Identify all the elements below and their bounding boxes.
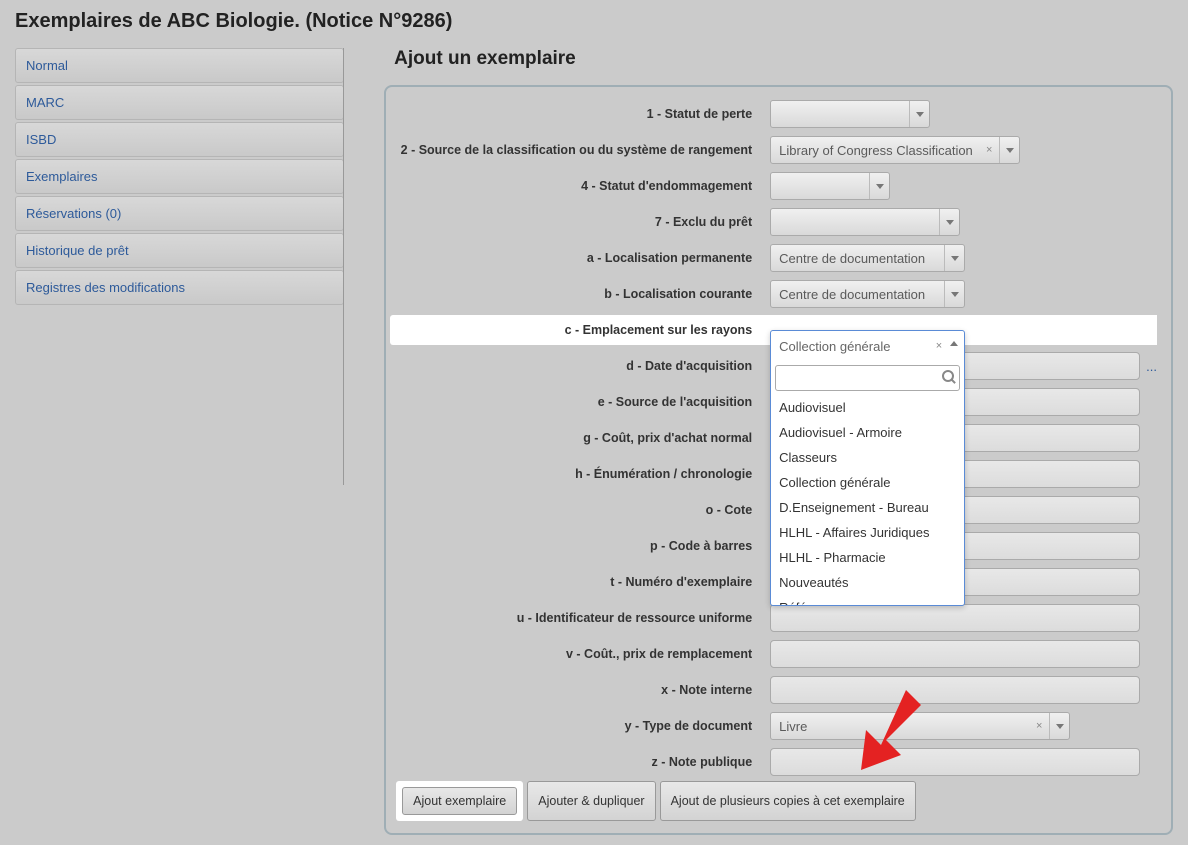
clear-icon[interactable]: × — [1031, 713, 1047, 739]
ajout-exemplaire-button[interactable]: Ajout exemplaire — [402, 787, 517, 815]
dropdown-option[interactable]: D.Enseignement - Bureau — [771, 495, 964, 520]
chevron-down-icon — [944, 245, 964, 271]
dropdown-option[interactable]: Classeurs — [771, 445, 964, 470]
sidebar-item-normal[interactable]: Normal — [15, 48, 344, 83]
dropdown-option[interactable]: Nouveautés — [771, 570, 964, 595]
label-note-interne: x - Note interne — [400, 683, 770, 697]
clear-icon[interactable]: × — [936, 340, 942, 352]
dropdown-list[interactable]: Audiovisuel Audiovisuel - Armoire Classe… — [771, 395, 964, 605]
label-cout-remp: v - Coût., prix de remplacement — [400, 647, 770, 661]
button-highlight: Ajout exemplaire — [396, 781, 523, 821]
dropdown-option[interactable]: HLHL - Pharmacie — [771, 545, 964, 570]
label-statut-perte: 1 - Statut de perte — [400, 107, 770, 121]
label-date-acq: d - Date d'acquisition — [400, 359, 770, 373]
search-icon — [942, 370, 954, 382]
chevron-down-icon — [909, 101, 929, 127]
sidebar-item-reservations[interactable]: Réservations (0) — [15, 196, 344, 231]
sidebar: Normal MARC ISBD Exemplaires Réservation… — [15, 48, 344, 835]
chevron-down-icon — [1049, 713, 1069, 739]
dropdown-option[interactable]: Collection générale — [771, 470, 964, 495]
input-note-interne[interactable] — [770, 676, 1140, 704]
label-note-publique: z - Note publique — [400, 755, 770, 769]
dropdown-option[interactable]: Référence — [771, 595, 964, 605]
select-loc-permanente[interactable]: Centre de documentation — [770, 244, 965, 272]
label-cote: o - Cote — [400, 503, 770, 517]
chevron-down-icon — [939, 209, 959, 235]
clear-icon[interactable]: × — [981, 137, 997, 163]
label-loc-permanente: a - Localisation permanente — [400, 251, 770, 265]
chevron-down-icon — [869, 173, 889, 199]
dropdown-option[interactable]: Audiovisuel - Armoire — [771, 420, 964, 445]
select-source-classification[interactable]: Library of Congress Classification × — [770, 136, 1020, 164]
label-barcode: p - Code à barres — [400, 539, 770, 553]
label-source-classification: 2 - Source de la classification ou du sy… — [400, 143, 770, 157]
dropdown-option[interactable]: Audiovisuel — [771, 395, 964, 420]
sidebar-item-historique[interactable]: Historique de prêt — [15, 233, 344, 268]
label-exclu-pret: 7 - Exclu du prêt — [400, 215, 770, 229]
ajouter-dupliquer-button[interactable]: Ajouter & dupliquer — [527, 781, 655, 821]
input-cout-remp[interactable] — [770, 640, 1140, 668]
sidebar-item-exemplaires[interactable]: Exemplaires — [15, 159, 344, 194]
label-emplacement: c - Emplacement sur les rayons — [400, 323, 770, 337]
label-cout: g - Coût, prix d'achat normal — [400, 431, 770, 445]
label-uri: u - Identificateur de ressource uniforme — [400, 611, 770, 625]
date-picker-link[interactable]: ... — [1146, 359, 1157, 374]
dropdown-header[interactable]: Collection générale × — [771, 331, 964, 361]
sidebar-item-registres[interactable]: Registres des modifications — [15, 270, 344, 305]
page-title: Exemplaires de ABC Biologie. (Notice N°9… — [15, 10, 1173, 33]
label-type-doc: y - Type de document — [400, 719, 770, 733]
chevron-up-icon — [950, 341, 958, 346]
dropdown-option[interactable]: HLHL - Affaires Juridiques — [771, 520, 964, 545]
label-enumeration: h - Énumération / chronologie — [400, 467, 770, 481]
dropdown-search-input[interactable] — [775, 365, 960, 391]
sidebar-item-isbd[interactable]: ISBD — [15, 122, 344, 157]
main-title: Ajout un exemplaire — [384, 48, 1173, 70]
label-endommagement: 4 - Statut d'endommagement — [400, 179, 770, 193]
chevron-down-icon — [944, 281, 964, 307]
select-endommagement[interactable] — [770, 172, 890, 200]
select-emplacement-open[interactable]: Collection générale × Audiovisuel Audiov… — [770, 330, 965, 606]
select-statut-perte[interactable] — [770, 100, 930, 128]
input-uri[interactable] — [770, 604, 1140, 632]
select-loc-courante[interactable]: Centre de documentation — [770, 280, 965, 308]
sidebar-item-marc[interactable]: MARC — [15, 85, 344, 120]
select-exclu-pret[interactable] — [770, 208, 960, 236]
annotation-arrow-icon — [851, 685, 931, 778]
form-panel: 1 - Statut de perte 2 - Source de la cla… — [384, 85, 1173, 835]
input-note-publique[interactable] — [770, 748, 1140, 776]
label-source-acq: e - Source de l'acquisition — [400, 395, 770, 409]
ajout-copies-button[interactable]: Ajout de plusieurs copies à cet exemplai… — [660, 781, 916, 821]
chevron-down-icon — [999, 137, 1019, 163]
label-numero-ex: t - Numéro d'exemplaire — [400, 575, 770, 589]
label-loc-courante: b - Localisation courante — [400, 287, 770, 301]
